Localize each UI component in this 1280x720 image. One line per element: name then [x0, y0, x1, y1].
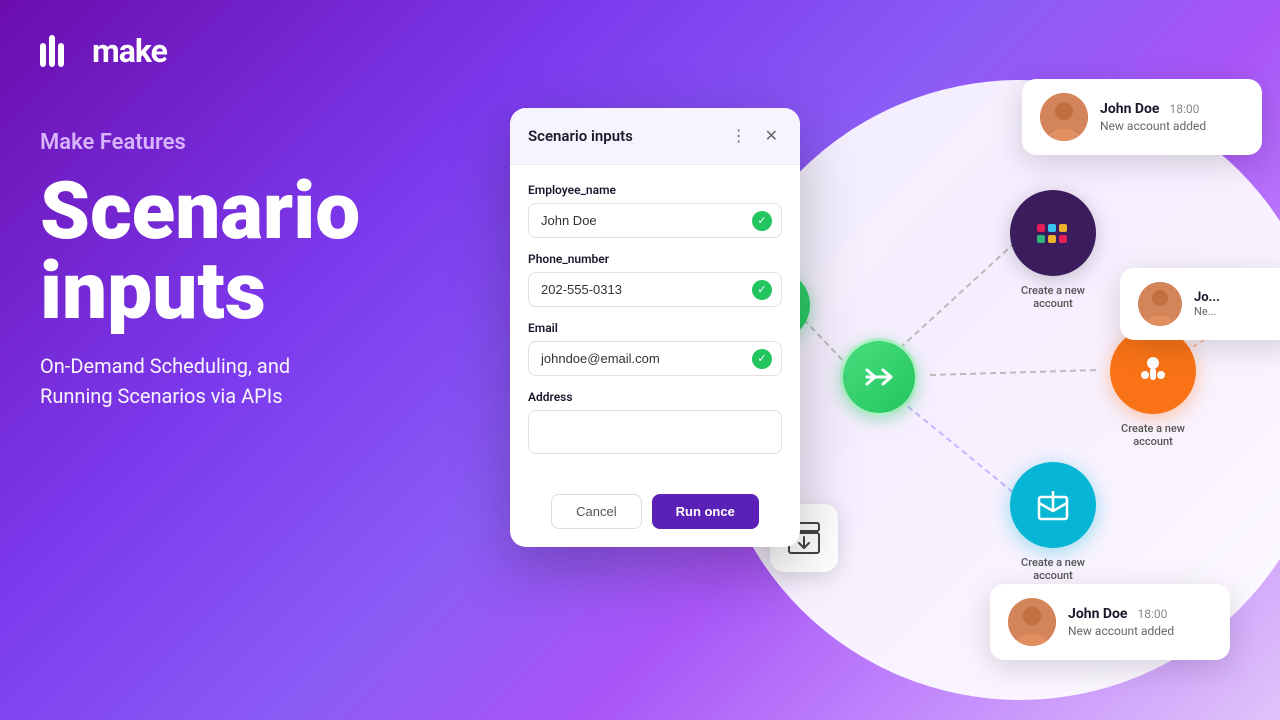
modal-header: Scenario inputs ⋮ ✕	[510, 108, 800, 165]
notif-msg-top: New account added	[1100, 119, 1244, 133]
notification-card-top: John Doe 18:00 New account added	[1022, 79, 1262, 155]
notif-msg-bottom: New account added	[1068, 624, 1212, 638]
employee-name-group: Employee_name ✓	[528, 183, 782, 238]
box-label: Create a new account	[1010, 556, 1096, 582]
address-input[interactable]	[528, 410, 782, 454]
notification-card-partial: Jo... Ne...	[1120, 268, 1280, 340]
notif-info-top: John Doe 18:00 New account added	[1100, 101, 1244, 133]
email-label: Email	[528, 321, 782, 335]
email-check: ✓	[752, 349, 772, 369]
email-group: Email ✓	[528, 321, 782, 376]
modal-close-button[interactable]: ✕	[761, 124, 782, 148]
avatar-bottom	[1008, 598, 1056, 646]
notif-info-partial: Jo... Ne...	[1194, 290, 1280, 318]
notif-time-bottom: 18:00	[1137, 607, 1167, 621]
phone-number-group: Phone_number ✓	[528, 252, 782, 307]
address-label: Address	[528, 390, 782, 404]
avatar-partial	[1138, 282, 1182, 326]
router-node	[840, 338, 918, 416]
address-wrap	[528, 410, 782, 454]
notif-msg-partial: Ne...	[1194, 305, 1280, 318]
left-content: Make Features Scenario inputs On-Demand …	[40, 130, 360, 411]
hubspot-label: Create a new account	[1110, 422, 1196, 448]
address-group: Address	[528, 390, 782, 454]
notif-info-bottom: John Doe 18:00 New account added	[1068, 606, 1212, 638]
phone-number-check: ✓	[752, 280, 772, 300]
modal-title: Scenario inputs	[528, 127, 633, 145]
employee-name-input[interactable]	[528, 203, 782, 238]
notification-card-bottom: John Doe 18:00 New account added	[990, 584, 1230, 660]
modal-menu-button[interactable]: ⋮	[727, 124, 751, 148]
hubspot-node	[1110, 328, 1196, 414]
notif-name-partial: Jo...	[1194, 290, 1280, 305]
main-title: Scenario inputs	[40, 171, 360, 331]
email-input[interactable]	[528, 341, 782, 376]
employee-name-wrap: ✓	[528, 203, 782, 238]
run-once-button[interactable]: Run once	[652, 494, 759, 529]
phone-number-label: Phone_number	[528, 252, 782, 266]
modal-body: Employee_name ✓ Phone_number ✓ Email ✓ A…	[510, 165, 800, 486]
tagline: Make Features	[40, 130, 360, 155]
notif-name-top: John Doe	[1100, 101, 1159, 117]
logo-text: make	[92, 32, 167, 70]
modal-header-actions: ⋮ ✕	[727, 124, 782, 148]
slack-label: Create a new account	[1010, 284, 1096, 310]
scenario-inputs-modal: Scenario inputs ⋮ ✕ Employee_name ✓ Phon…	[510, 108, 800, 547]
box-node	[1010, 462, 1096, 548]
employee-name-check: ✓	[752, 211, 772, 231]
subtitle: On-Demand Scheduling, and Running Scenar…	[40, 351, 360, 411]
slack-node	[1010, 190, 1096, 276]
phone-number-wrap: ✓	[528, 272, 782, 307]
logo-icon	[40, 35, 84, 67]
notif-time-top: 18:00	[1169, 102, 1199, 116]
notif-name-bottom: John Doe	[1068, 606, 1127, 622]
logo: make	[40, 32, 167, 70]
avatar-top	[1040, 93, 1088, 141]
cancel-button[interactable]: Cancel	[551, 494, 641, 529]
employee-name-label: Employee_name	[528, 183, 782, 197]
modal-footer: Cancel Run once	[510, 486, 800, 547]
phone-number-input[interactable]	[528, 272, 782, 307]
email-wrap: ✓	[528, 341, 782, 376]
